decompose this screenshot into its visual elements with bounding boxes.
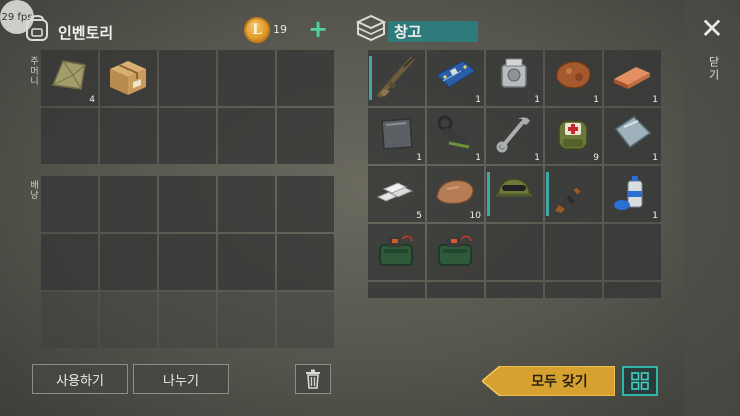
- item-count: 1: [416, 153, 422, 163]
- storage-title-bar: 창고: [388, 21, 478, 42]
- item-slot[interactable]: 9: [545, 108, 602, 164]
- empty-slot[interactable]: [545, 282, 602, 298]
- empty-slot[interactable]: [159, 176, 216, 232]
- coin-icon: L: [244, 17, 270, 43]
- take-all-button[interactable]: 모두 갖기: [482, 366, 615, 396]
- inventory-title: 인벤토리: [58, 24, 114, 42]
- item-count: 1: [534, 153, 540, 163]
- storage-crate-icon: [356, 14, 386, 42]
- empty-slot[interactable]: [545, 224, 602, 280]
- item-slot[interactable]: 1: [604, 50, 661, 106]
- use-button[interactable]: 사용하기: [32, 364, 128, 394]
- item-slot[interactable]: [427, 224, 484, 280]
- item-slot[interactable]: 1: [604, 166, 661, 222]
- item-slot[interactable]: [545, 166, 602, 222]
- item-count: 1: [652, 153, 658, 163]
- item-count: 10: [469, 211, 481, 221]
- item-slot[interactable]: 10: [427, 166, 484, 222]
- trash-button[interactable]: [295, 364, 331, 394]
- item-count: 1: [534, 95, 540, 105]
- item-slot[interactable]: [368, 224, 425, 280]
- pockets-label: 주머니: [28, 56, 38, 86]
- backpack-label: 배낭: [28, 180, 38, 200]
- storage-grid: 1 1 1 1 1 1 1 9 1 5 10 1: [368, 50, 661, 298]
- equipped-marker: [369, 56, 372, 100]
- item-slot[interactable]: 1: [427, 50, 484, 106]
- empty-slot[interactable]: [218, 292, 275, 348]
- item-slot[interactable]: [368, 50, 425, 106]
- item-slot[interactable]: 4: [41, 50, 98, 106]
- empty-slot[interactable]: [218, 234, 275, 290]
- item-slot[interactable]: 1: [545, 50, 602, 106]
- item-count: 1: [475, 153, 481, 163]
- empty-slot[interactable]: [159, 50, 216, 106]
- empty-slot[interactable]: [41, 176, 98, 232]
- empty-slot[interactable]: [100, 176, 157, 232]
- sort-button[interactable]: [622, 366, 658, 396]
- empty-slot[interactable]: [159, 234, 216, 290]
- grid-sort-icon: [631, 372, 649, 390]
- item-slot[interactable]: 1: [368, 108, 425, 164]
- empty-slot[interactable]: [159, 292, 216, 348]
- coin-count: 19: [273, 23, 287, 36]
- item-count: 1: [475, 95, 481, 105]
- item-slot[interactable]: [100, 50, 157, 106]
- empty-slot[interactable]: [277, 292, 334, 348]
- empty-slot[interactable]: [218, 50, 275, 106]
- empty-slot[interactable]: [368, 282, 425, 298]
- empty-slot[interactable]: [100, 108, 157, 164]
- empty-slot[interactable]: [41, 108, 98, 164]
- empty-slot[interactable]: [100, 234, 157, 290]
- empty-slot[interactable]: [41, 234, 98, 290]
- add-coins-button[interactable]: +: [306, 16, 330, 42]
- item-count: 1: [652, 95, 658, 105]
- item-count: 5: [416, 211, 422, 221]
- empty-slot[interactable]: [277, 234, 334, 290]
- item-count: 4: [89, 95, 95, 105]
- item-slot[interactable]: 1: [604, 108, 661, 164]
- item-count: 9: [593, 153, 599, 163]
- equipped-marker: [487, 172, 490, 216]
- empty-slot[interactable]: [604, 282, 661, 298]
- item-count: 1: [593, 95, 599, 105]
- empty-slot[interactable]: [277, 108, 334, 164]
- empty-slot[interactable]: [427, 282, 484, 298]
- empty-slot[interactable]: [218, 108, 275, 164]
- item-slot[interactable]: [486, 166, 543, 222]
- empty-slot[interactable]: [604, 224, 661, 280]
- empty-slot[interactable]: [486, 282, 543, 298]
- empty-slot[interactable]: [159, 108, 216, 164]
- item-slot[interactable]: 1: [427, 108, 484, 164]
- close-label[interactable]: 닫기: [705, 56, 721, 82]
- item-count: 1: [652, 211, 658, 221]
- empty-slot[interactable]: [100, 292, 157, 348]
- split-button[interactable]: 나누기: [133, 364, 229, 394]
- trash-icon: [306, 369, 320, 389]
- close-icon[interactable]: ✕: [698, 14, 726, 44]
- empty-slot[interactable]: [486, 224, 543, 280]
- pockets-grid: 4: [41, 50, 334, 164]
- item-slot[interactable]: 1: [486, 108, 543, 164]
- empty-slot[interactable]: [277, 176, 334, 232]
- storage-title: 창고: [394, 23, 422, 41]
- item-slot[interactable]: 1: [486, 50, 543, 106]
- empty-slot[interactable]: [277, 50, 334, 106]
- item-slot[interactable]: 5: [368, 166, 425, 222]
- backpack-grid: [41, 176, 334, 348]
- empty-slot[interactable]: [218, 176, 275, 232]
- empty-slot[interactable]: [41, 292, 98, 348]
- backpack-icon: [24, 14, 50, 42]
- take-all-label: 모두 갖기: [531, 374, 588, 390]
- equipped-marker: [546, 172, 549, 216]
